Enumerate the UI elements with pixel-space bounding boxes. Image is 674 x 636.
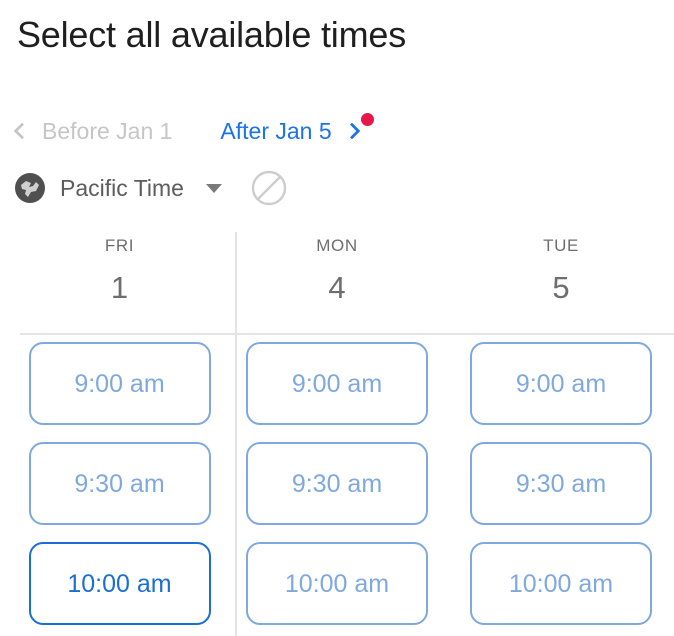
day-column-tue: TUE 5 9:00 am 9:30 am 10:00 am — [449, 236, 673, 625]
time-slot-button[interactable]: 10:00 am — [470, 542, 652, 625]
chevron-left-icon — [13, 122, 31, 140]
time-slot-button-selected[interactable]: 10:00 am — [28, 542, 211, 625]
day-name: TUE — [543, 236, 579, 255]
day-number: 1 — [110, 270, 129, 305]
time-slot-button[interactable]: 9:00 am — [246, 342, 428, 425]
time-slot-list: 9:00 am 9:30 am 10:00 am — [470, 342, 652, 625]
day-column-mon: MON 4 9:00 am 9:30 am 10:00 am — [225, 236, 449, 625]
chevron-down-icon[interactable] — [205, 183, 222, 193]
chevron-right-icon — [343, 122, 361, 140]
time-slot-button[interactable]: 10:00 am — [246, 542, 428, 625]
time-slot-list: 9:00 am 9:30 am 10:00 am — [246, 342, 428, 625]
date-navigation: Before Jan 1 After Jan 5 — [13, 112, 374, 150]
prev-range-label: Before Jan 1 — [42, 118, 173, 144]
day-number: 4 — [328, 270, 346, 305]
time-slot-button[interactable]: 9:30 am — [470, 442, 652, 525]
time-slot-button[interactable]: 9:30 am — [28, 442, 211, 525]
page-title: Select all available times — [17, 14, 406, 55]
day-column-fri: FRI 1 9:00 am 9:30 am 10:00 am — [14, 236, 225, 625]
prev-range-button[interactable]: Before Jan 1 — [13, 116, 173, 146]
day-name: FRI — [104, 236, 135, 255]
calendar-columns: FRI 1 9:00 am 9:30 am 10:00 am MON 4 9:0… — [0, 236, 674, 625]
day-name: MON — [316, 236, 358, 255]
time-slot-button[interactable]: 9:30 am — [246, 442, 428, 525]
next-range-label: After Jan 5 — [220, 118, 332, 144]
globe-icon — [14, 172, 46, 204]
notification-dot-badge — [360, 113, 374, 126]
prohibited-icon[interactable] — [222, 169, 288, 207]
day-number: 5 — [552, 270, 570, 305]
timezone-row: Pacific Time — [14, 166, 288, 210]
time-slot-list: 9:00 am 9:30 am 10:00 am — [28, 342, 211, 625]
timezone-label[interactable]: Pacific Time — [60, 173, 184, 203]
next-range-button[interactable]: After Jan 5 — [220, 113, 374, 146]
scheduling-page: Select all available times Before Jan 1 … — [0, 0, 674, 636]
time-slot-button[interactable]: 9:00 am — [28, 342, 211, 425]
time-slot-button[interactable]: 9:00 am — [470, 342, 652, 425]
